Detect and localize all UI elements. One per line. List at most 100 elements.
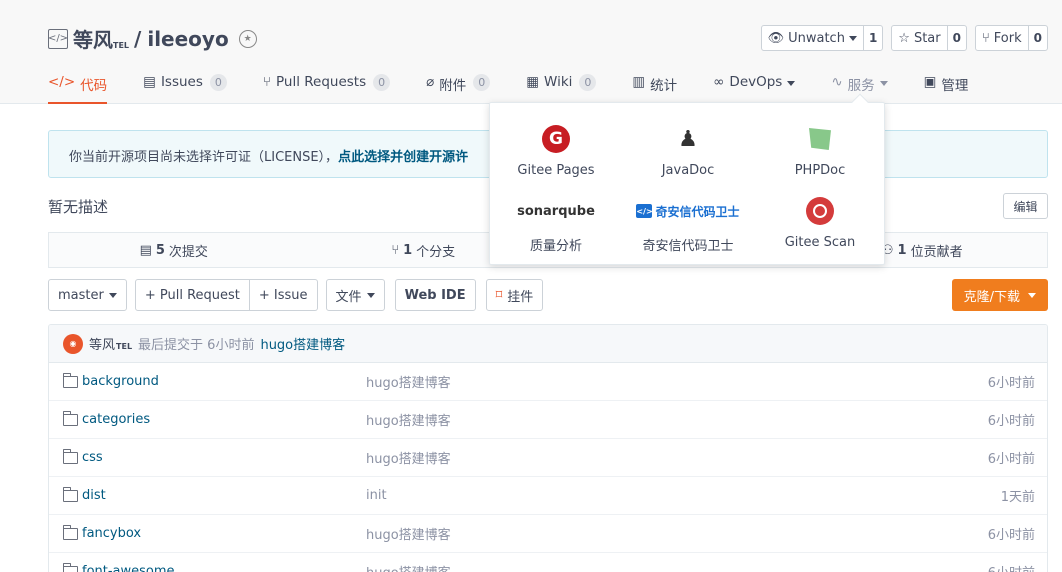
code-icon: </>: [48, 74, 76, 90]
issues-icon: ▤: [143, 74, 156, 90]
branch-select[interactable]: master: [48, 279, 127, 311]
tab-pull-requests-count: 0: [373, 74, 391, 91]
service-icon: ∿: [831, 74, 843, 90]
eye-icon: 👁: [767, 30, 785, 46]
fork-icon: ⑂: [981, 30, 990, 46]
service-gitee-scan[interactable]: Gitee Scan: [754, 193, 886, 250]
file-name[interactable]: background: [82, 374, 159, 389]
file-commit-message[interactable]: hugo搭建博客: [366, 562, 451, 572]
tab-manage-label: 管理: [941, 78, 969, 94]
commits-count: 5: [155, 242, 165, 258]
tab-code-label: 代码: [80, 78, 108, 94]
file-time: 6小时前: [987, 376, 1035, 391]
repo-owner[interactable]: 等风: [73, 24, 113, 53]
table-row[interactable]: categories hugo搭建博客 6小时前: [49, 401, 1047, 439]
file-commit-message[interactable]: hugo搭建博客: [366, 524, 451, 543]
tab-issues-count: 0: [209, 74, 227, 91]
files-menu[interactable]: 文件: [325, 279, 385, 311]
service-dropdown: G Gitee Pages ♟ JavaDoc PHPDoc sonarqube…: [489, 93, 886, 265]
phpdoc-icon: [809, 128, 831, 150]
tab-wiki[interactable]: ▦ Wiki 0: [526, 70, 597, 104]
file-name[interactable]: fancybox: [82, 526, 141, 541]
chevron-down-icon: [1028, 292, 1036, 298]
table-row[interactable]: font-awesome hugo搭建博客 6小时前: [49, 553, 1047, 572]
folder-icon: [63, 372, 78, 388]
tab-issues-label: Issues: [160, 74, 203, 90]
contributors-count: 1: [897, 242, 907, 258]
repo-badge-icon[interactable]: ★: [238, 29, 257, 48]
commits-stat[interactable]: ▤ 5 次提交: [49, 241, 299, 260]
chevron-down-icon: [108, 292, 117, 298]
service-gitee-pages[interactable]: G Gitee Pages: [490, 121, 622, 178]
new-issue-button[interactable]: + Issue: [249, 279, 318, 311]
clone-download-button[interactable]: 克隆/下载: [951, 279, 1048, 311]
watch-button[interactable]: 👁 Unwatch 1: [760, 25, 884, 51]
table-row[interactable]: css hugo搭建博客 6小时前: [49, 439, 1047, 477]
file-commit-message[interactable]: hugo搭建博客: [366, 448, 451, 467]
license-notice-text: 你当前开源项目尚未选择许可证（LICENSE），: [69, 150, 339, 165]
file-name[interactable]: dist: [82, 488, 106, 503]
branch-select-label: master: [58, 287, 104, 303]
tab-code[interactable]: </> 代码: [48, 70, 108, 104]
commit-time: 最后提交于 6小时前: [138, 338, 255, 353]
file-name[interactable]: font-awesome: [82, 564, 175, 572]
service-qianxin-label: 奇安信代码卫士: [642, 239, 734, 254]
avatar[interactable]: ◉: [63, 333, 83, 354]
star-button[interactable]: ☆ Star 0: [891, 25, 967, 51]
web-ide-button[interactable]: Web IDE: [394, 279, 476, 311]
chevron-down-icon: [366, 292, 375, 298]
service-javadoc[interactable]: ♟ JavaDoc: [622, 121, 754, 179]
service-qianxin[interactable]: </> 奇安信代码卫士 奇安信代码卫士: [622, 193, 754, 254]
file-time: 6小时前: [988, 562, 1035, 572]
repo-toolbar: master + Pull Request + Issue 文件 Web IDE…: [48, 279, 1048, 311]
license-notice-link[interactable]: 点此选择并创建开源许: [338, 150, 468, 165]
tab-issues[interactable]: ▤ Issues 0: [143, 70, 227, 104]
watch-count[interactable]: 1: [864, 26, 882, 50]
service-sonarqube[interactable]: sonarqube 质量分析: [490, 193, 622, 255]
tab-attachments[interactable]: ⌀ 附件 0: [426, 70, 491, 104]
tab-devops[interactable]: ∞ DevOps: [713, 70, 796, 104]
fork-count[interactable]: 0: [1029, 26, 1047, 50]
commit-message[interactable]: hugo搭建博客: [260, 334, 345, 353]
fork-label: Fork: [993, 30, 1022, 46]
file-commit-message[interactable]: hugo搭建博客: [366, 372, 451, 391]
file-time: 6小时前: [987, 528, 1035, 543]
repo-name[interactable]: ileeoyo: [147, 27, 228, 51]
tab-wiki-count: 0: [579, 74, 597, 91]
table-row[interactable]: background hugo搭建博客 6小时前: [49, 363, 1047, 401]
repo-description: 暂无描述: [48, 198, 109, 216]
file-time: 6小时前: [987, 414, 1035, 429]
tab-pull-requests[interactable]: ⑂ Pull Requests 0: [262, 70, 391, 104]
branches-count: 1: [403, 242, 413, 258]
file-commit-message[interactable]: hugo搭建博客: [366, 410, 451, 429]
qianxin-logo-text: 奇安信代码卫士: [655, 204, 740, 219]
tab-service-label: 服务: [847, 78, 875, 94]
service-gitee-pages-label: Gitee Pages: [517, 163, 595, 178]
pull-request-icon: ⑂: [262, 74, 271, 90]
commit-author[interactable]: 等风: [89, 334, 115, 353]
widget-label: 挂件: [507, 289, 534, 305]
new-pull-request-button[interactable]: + Pull Request: [134, 279, 250, 311]
branches-label: 个分支: [416, 244, 456, 260]
file-commit-message[interactable]: init: [366, 488, 387, 503]
tab-manage[interactable]: ▣ 管理: [924, 70, 969, 104]
table-row[interactable]: fancybox hugo搭建博客 6小时前: [49, 515, 1047, 553]
service-phpdoc[interactable]: PHPDoc: [754, 121, 886, 178]
owner-tag: TEL: [113, 41, 130, 50]
file-name[interactable]: css: [82, 450, 103, 465]
star-count[interactable]: 0: [948, 26, 966, 50]
file-name[interactable]: categories: [82, 412, 150, 427]
watch-label: Unwatch: [788, 30, 845, 46]
tab-pull-requests-label: Pull Requests: [276, 74, 367, 90]
chevron-down-icon: [787, 81, 796, 86]
gitee-scan-icon: [806, 197, 834, 225]
fork-button[interactable]: ⑂ Fork 0: [974, 25, 1048, 51]
edit-description-button[interactable]: 编辑: [1003, 193, 1048, 219]
widget-button[interactable]: ⌑ 挂件: [485, 279, 544, 311]
manage-icon: ▣: [923, 74, 937, 90]
table-row[interactable]: dist init 1天前: [49, 477, 1047, 515]
tab-attachments-label: 附件: [439, 78, 467, 94]
tab-stats[interactable]: ▥ 统计: [632, 70, 677, 104]
service-gitee-scan-label: Gitee Scan: [784, 235, 856, 250]
service-sonarqube-label: 质量分析: [529, 239, 582, 254]
